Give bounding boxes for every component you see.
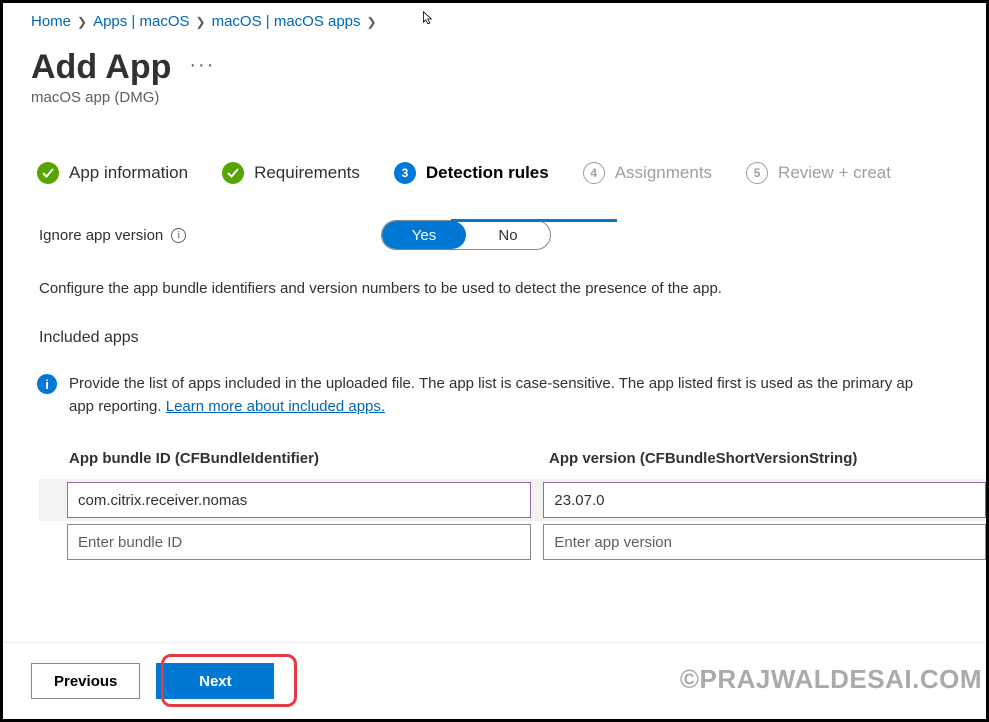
step-number-badge: 3 <box>394 162 416 184</box>
bundle-id-input-new[interactable] <box>67 524 531 560</box>
step-number-badge: 4 <box>583 162 605 184</box>
bundle-id-input[interactable] <box>67 482 531 518</box>
ignore-app-version-label: Ignore app version <box>39 227 163 244</box>
learn-more-link[interactable]: Learn more about included apps. <box>166 398 385 415</box>
info-text-line1: Provide the list of apps included in the… <box>69 375 913 392</box>
info-icon: i <box>37 374 57 394</box>
breadcrumb-macos-apps[interactable]: macOS | macOS apps <box>212 13 361 30</box>
previous-button[interactable]: Previous <box>31 663 140 699</box>
more-actions-button[interactable]: ··· <box>189 54 215 81</box>
info-icon[interactable]: i <box>171 228 186 243</box>
included-apps-heading: Included apps <box>3 299 986 347</box>
column-header-bundle-id: App bundle ID (CFBundleIdentifier) <box>69 450 549 467</box>
checkmark-icon <box>37 162 59 184</box>
step-number-badge: 5 <box>746 162 768 184</box>
step-assignments: 4 Assignments <box>583 162 712 184</box>
app-version-input[interactable] <box>543 482 986 518</box>
watermark-text: ©PRAJWALDESAI.COM <box>680 664 982 695</box>
step-detection-rules[interactable]: 3 Detection rules <box>394 162 549 184</box>
app-version-input-new[interactable] <box>543 524 986 560</box>
ignore-app-version-toggle[interactable]: Yes No <box>381 220 551 250</box>
breadcrumb-home[interactable]: Home <box>31 13 71 30</box>
column-header-app-version: App version (CFBundleShortVersionString) <box>549 450 986 467</box>
step-review-create: 5 Review + creat <box>746 162 891 184</box>
chevron-right-icon: ❯ <box>367 15 377 29</box>
chevron-right-icon: ❯ <box>77 15 87 29</box>
wizard-steps: App information Requirements 3 Detection… <box>3 106 986 184</box>
info-text-line2: app reporting. <box>69 398 166 415</box>
toggle-yes[interactable]: Yes <box>382 221 466 249</box>
breadcrumb: Home ❯ Apps | macOS ❯ macOS | macOS apps… <box>3 3 986 30</box>
toggle-no[interactable]: No <box>466 221 550 249</box>
table-row <box>39 521 986 563</box>
breadcrumb-apps-macos[interactable]: Apps | macOS <box>93 13 189 30</box>
annotation-highlight <box>161 654 297 707</box>
checkmark-icon <box>222 162 244 184</box>
page-subtitle: macOS app (DMG) <box>3 87 986 106</box>
step-requirements[interactable]: Requirements <box>222 162 360 184</box>
page-title: Add App <box>31 48 171 87</box>
step-label: Requirements <box>254 163 360 183</box>
step-app-information[interactable]: App information <box>37 162 188 184</box>
info-callout: i Provide the list of apps included in t… <box>3 347 986 418</box>
included-apps-table: App bundle ID (CFBundleIdentifier) App v… <box>3 418 986 563</box>
active-step-underline <box>451 219 617 222</box>
step-label: Assignments <box>615 163 712 183</box>
chevron-right-icon: ❯ <box>196 15 206 29</box>
step-label: Review + creat <box>778 163 891 183</box>
step-label: Detection rules <box>426 163 549 183</box>
detection-description: Configure the app bundle identifiers and… <box>3 250 986 299</box>
step-label: App information <box>69 163 188 183</box>
table-row <box>39 479 986 521</box>
